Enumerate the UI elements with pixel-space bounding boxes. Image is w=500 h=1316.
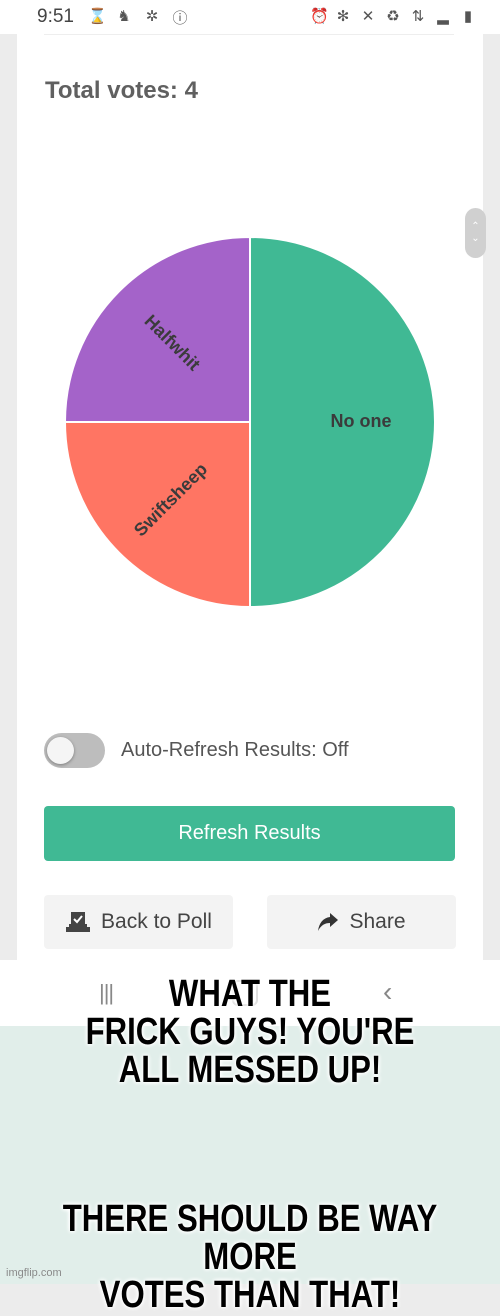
caption-line: ALL MESSED UP!	[118, 1049, 382, 1091]
bluetooth-icon: ✻	[336, 8, 350, 25]
chevron-up-icon: ⌃	[471, 221, 480, 232]
status-time: 9:51	[37, 6, 74, 27]
signal-icon: ▂	[437, 8, 449, 25]
back-to-poll-label: Back to Poll	[101, 910, 212, 933]
alert-circle-icon: ⓘ	[172, 10, 188, 27]
pie-chart: No oneSwiftsheepHalfwhit	[63, 235, 436, 609]
meme-bottom-caption: THERE SHOULD BE WAY MORE VOTES THAN THAT…	[45, 1200, 455, 1314]
meme-top-caption: WHAT THE FRICK GUYS! YOU'RE ALL MESSED U…	[45, 975, 455, 1089]
status-bar: 9:51 ⌛ ♞ ✲ ⓘ ⏰ ✻ ✕ ♻ ⇅ ▂ ▮	[0, 0, 500, 34]
auto-refresh-toggle[interactable]	[44, 733, 105, 768]
share-button[interactable]: Share	[267, 895, 456, 949]
network-hub-icon: ✲	[145, 8, 159, 25]
caption-line: FRICK GUYS! YOU'RE	[85, 1011, 415, 1053]
battery-saver-icon: ♻	[386, 8, 400, 25]
auto-refresh-label: Auto-Refresh Results: Off	[121, 739, 349, 761]
toggle-knob	[47, 737, 74, 764]
ballot-box-icon	[66, 912, 91, 932]
hourglass-icon: ⌛	[88, 8, 107, 25]
notification-app-icon: ♞	[117, 8, 131, 25]
share-label: Share	[349, 910, 406, 933]
mute-icon: ✕	[361, 8, 375, 25]
scroll-handle[interactable]: ⌃ ⌄	[465, 208, 486, 258]
chevron-down-icon: ⌄	[471, 233, 480, 244]
status-right-icons: ⏰ ✻ ✕ ♻ ⇅ ▂ ▮	[310, 7, 476, 25]
battery-icon: ▮	[463, 8, 473, 25]
share-arrow-icon	[318, 913, 339, 931]
watermark: imgflip.com	[6, 1267, 62, 1279]
4g-lte-icon: ⇅	[411, 8, 425, 25]
back-to-poll-button[interactable]: Back to Poll	[44, 895, 233, 949]
caption-line: THERE SHOULD BE WAY MORE	[62, 1198, 438, 1278]
refresh-results-button[interactable]: Refresh Results	[44, 806, 455, 861]
alarm-icon: ⏰	[310, 8, 329, 25]
pie-label: No one	[331, 411, 392, 431]
caption-line: VOTES THAN THAT!	[99, 1274, 401, 1316]
status-left-icons: ⌛ ♞ ✲ ⓘ	[88, 7, 188, 28]
caption-line: WHAT THE	[168, 973, 332, 1015]
